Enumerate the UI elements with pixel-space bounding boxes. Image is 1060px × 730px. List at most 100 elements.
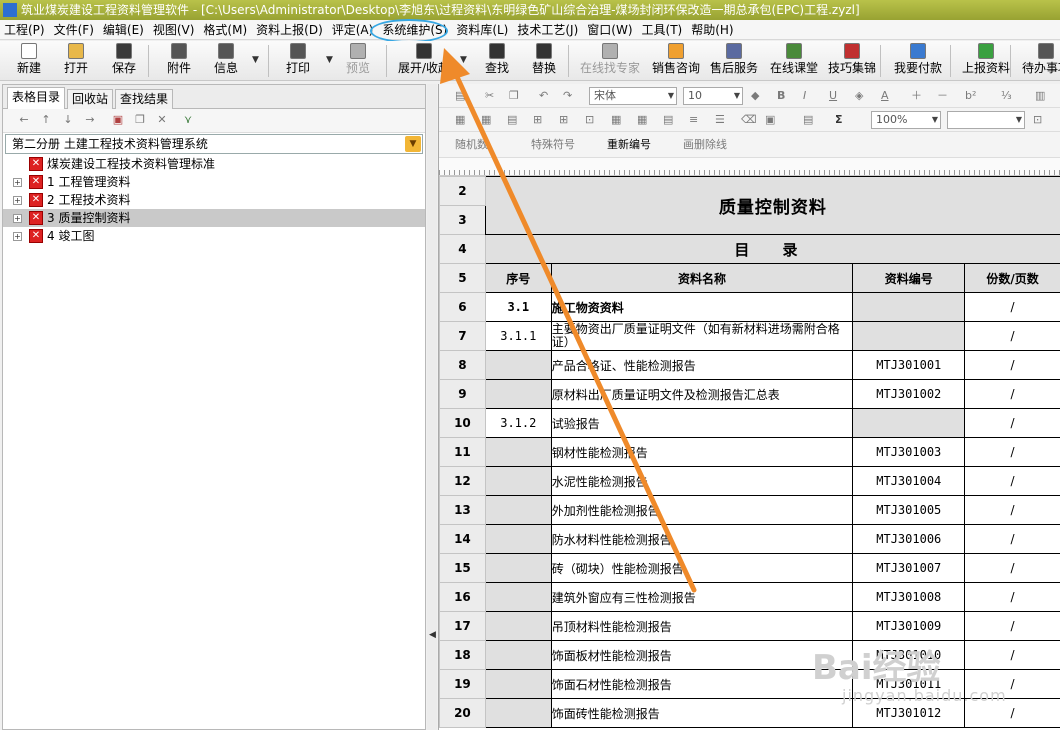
item-number-cell[interactable] [484, 524, 552, 554]
item-count-cell[interactable]: / [964, 408, 1060, 438]
item-count-cell[interactable]: / [964, 292, 1060, 322]
item-code-cell[interactable] [852, 408, 966, 438]
item-code-cell[interactable]: MTJ301012 [852, 698, 966, 728]
format-icon[interactable]: ▥ [1035, 88, 1045, 104]
item-count-cell[interactable]: / [964, 582, 1060, 612]
cell-split-icon[interactable]: ▦ [481, 112, 491, 128]
item-number-cell[interactable] [484, 669, 552, 699]
expand-plus-icon[interactable]: + [13, 214, 22, 223]
copy-icon[interactable]: ❐ [509, 88, 519, 104]
zoom-select[interactable]: 100% ▼ [871, 111, 941, 129]
item-code-cell[interactable]: MTJ301009 [852, 611, 966, 641]
item-name-cell[interactable]: 饰面砖性能检测报告 [550, 698, 854, 728]
toolbar-button-11[interactable]: 销售咨询 [648, 43, 704, 79]
item-code-cell[interactable]: MTJ301010 [852, 640, 966, 670]
expand-dropdown-arrow-icon[interactable]: ▼ [460, 55, 467, 65]
info-dropdown-arrow-icon[interactable]: ▼ [252, 55, 259, 65]
item-number-cell[interactable] [484, 495, 552, 525]
row-number[interactable]: 4 [439, 234, 486, 264]
row-number[interactable]: 15 [439, 553, 486, 583]
collapse-arrow-icon[interactable]: ◀ [429, 630, 436, 640]
row-number[interactable]: 2 [439, 176, 486, 206]
toolbar-button-12[interactable]: 售后服务 [706, 43, 762, 79]
item-code-cell[interactable]: MTJ301005 [852, 495, 966, 525]
cell-merge-icon[interactable]: ▦ [455, 112, 465, 128]
toolbar-button-8[interactable]: 查找 [480, 43, 514, 79]
fill-color-icon[interactable]: ◈ [855, 88, 863, 104]
item-name-cell[interactable]: 外加剂性能检测报告 [550, 495, 854, 525]
toolbar-button-0[interactable]: 新建 [6, 43, 52, 79]
row-number[interactable]: 5 [439, 263, 486, 293]
bold-icon[interactable]: B [777, 88, 785, 104]
tab-table-directory[interactable]: 表格目录 [7, 87, 66, 109]
item-number-cell[interactable] [484, 379, 552, 409]
font-select[interactable]: 宋体 ▼ [589, 87, 677, 105]
item-count-cell[interactable]: / [964, 437, 1060, 467]
toolbar-button-5[interactable]: 打印 [278, 43, 318, 79]
toolbar-button-14[interactable]: 技巧集锦 [824, 43, 880, 79]
insert-image-icon[interactable]: ▣ [765, 112, 775, 128]
toolbar-button-4[interactable]: 信息 [206, 43, 246, 79]
border-icon[interactable]: ⊡ [585, 112, 594, 128]
filter-icon[interactable]: ⋎ [181, 113, 195, 127]
row-number[interactable]: 14 [439, 524, 486, 554]
toolbar-button-6[interactable]: 预览 [338, 43, 378, 79]
menu-item-8[interactable]: 资料库(L) [452, 20, 512, 40]
special-symbol-button[interactable]: 特殊符号 [531, 137, 575, 153]
tree-node-3[interactable]: + ✕ 3 质量控制资料 [3, 209, 425, 227]
print-dropdown-arrow-icon[interactable]: ▼ [326, 55, 333, 65]
format-brush-icon[interactable]: ◆ [751, 88, 759, 104]
item-name-cell[interactable]: 产品合格证、性能检测报告 [550, 350, 854, 380]
menu-item-3[interactable]: 视图(V) [149, 20, 199, 40]
list-icon[interactable]: ▤ [663, 112, 673, 128]
grid-icon[interactable]: ▦ [637, 112, 647, 128]
item-name-cell[interactable]: 饰面板材性能检测报告 [550, 640, 854, 670]
table-icon[interactable]: ▦ [611, 112, 621, 128]
toolbar-button-9[interactable]: 替换 [526, 43, 562, 79]
row-number[interactable]: 16 [439, 582, 486, 612]
item-number-cell[interactable]: 3.1.2 [484, 408, 552, 438]
copy-table-icon[interactable]: ❐ [133, 113, 147, 127]
item-count-cell[interactable]: / [964, 466, 1060, 496]
toolbar-button-2[interactable]: 保存 [104, 43, 144, 79]
font-color-icon[interactable]: A [881, 88, 889, 104]
move-up-icon[interactable]: ↑ [39, 113, 53, 127]
item-count-cell[interactable]: / [964, 640, 1060, 670]
item-count-cell[interactable]: / [964, 669, 1060, 699]
spreadsheet-grid[interactable]: 2 质量控制资料 3 4 目 录 5 序号 资料名称 资料编号 份数/页数 6 3.1 施工物资资料/7… [439, 176, 1060, 730]
toolbar-button-17[interactable]: 待办事项 [1016, 43, 1060, 79]
column-header[interactable]: 份数/页数 [964, 263, 1060, 293]
menu-item-9[interactable]: 技术工艺(J) [513, 20, 582, 40]
item-code-cell[interactable]: MTJ301007 [852, 553, 966, 583]
expand-plus-icon[interactable]: + [13, 178, 22, 187]
item-name-cell[interactable]: 原材料出厂质量证明文件及检测报告汇总表 [550, 379, 854, 409]
item-number-cell[interactable] [484, 582, 552, 612]
move-right-icon[interactable]: → [83, 113, 97, 127]
tree-node-1[interactable]: + ✕ 1 工程管理资料 [3, 173, 425, 191]
item-name-cell[interactable]: 水泥性能检测报告 [550, 466, 854, 496]
move-down-icon[interactable]: ↓ [61, 113, 75, 127]
random-number-button[interactable]: 随机数 [455, 137, 488, 153]
toolbar-button-10[interactable]: 在线找专家 [576, 43, 644, 79]
line-spacing-icon[interactable]: ≡ [689, 112, 698, 128]
tab-recycle-bin[interactable]: 回收站 [67, 89, 114, 109]
menu-item-4[interactable]: 格式(M) [199, 20, 251, 40]
row-number[interactable]: 13 [439, 495, 486, 525]
item-code-cell[interactable]: MTJ301004 [852, 466, 966, 496]
chevron-down-icon[interactable]: ▼ [405, 136, 421, 152]
item-count-cell[interactable]: / [964, 379, 1060, 409]
item-number-cell[interactable] [484, 698, 552, 728]
delete-row-icon[interactable]: － [937, 88, 948, 104]
strikethrough-button[interactable]: 画删除线 [683, 137, 727, 153]
item-name-cell[interactable]: 施工物资资料 [550, 292, 854, 322]
menu-item-2[interactable]: 编辑(E) [99, 20, 148, 40]
item-count-cell[interactable]: / [964, 698, 1060, 728]
row-number[interactable]: 9 [439, 379, 486, 409]
menu-item-11[interactable]: 工具(T) [638, 20, 687, 40]
redo-icon[interactable]: ↷ [563, 88, 572, 104]
expand-plus-icon[interactable]: + [13, 196, 22, 205]
volume-select[interactable]: 第二分册 土建工程技术资料管理系统 ▼ [5, 134, 423, 154]
calculator-icon[interactable]: ▤ [803, 112, 813, 128]
move-left-icon[interactable]: ← [17, 113, 31, 127]
item-name-cell[interactable]: 建筑外窗应有三性检测报告 [550, 582, 854, 612]
